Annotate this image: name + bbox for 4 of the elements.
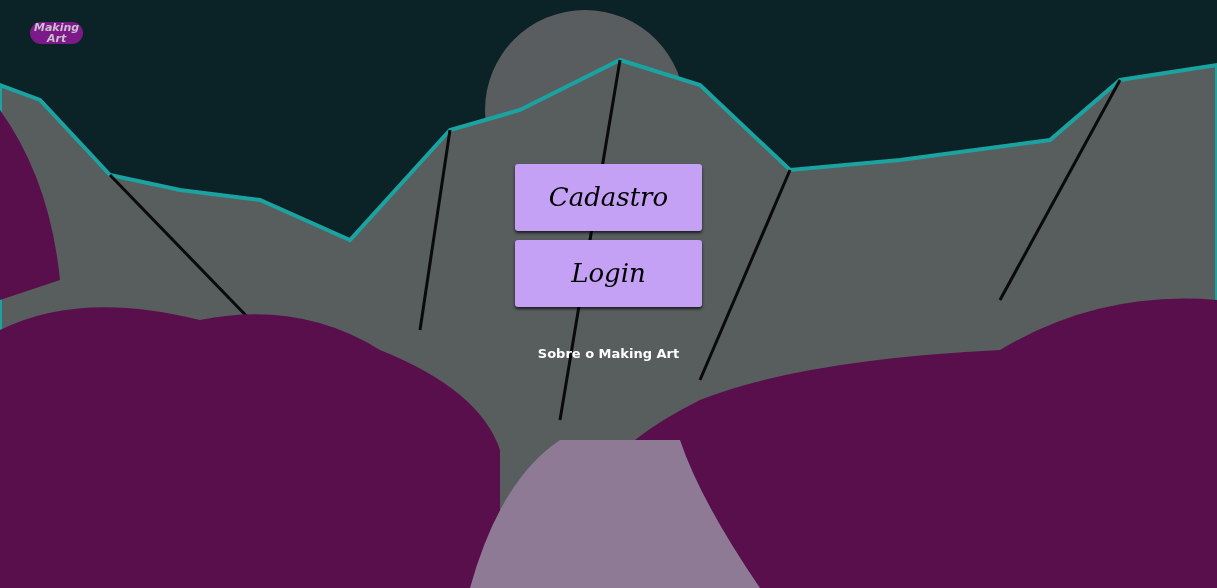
menu-button[interactable]: Cadastro: [515, 164, 702, 231]
about-link[interactable]: Sobre o Making Art: [537, 344, 680, 364]
logo[interactable]: Making Art: [30, 22, 84, 44]
menu-button[interactable]: Login: [515, 240, 702, 307]
